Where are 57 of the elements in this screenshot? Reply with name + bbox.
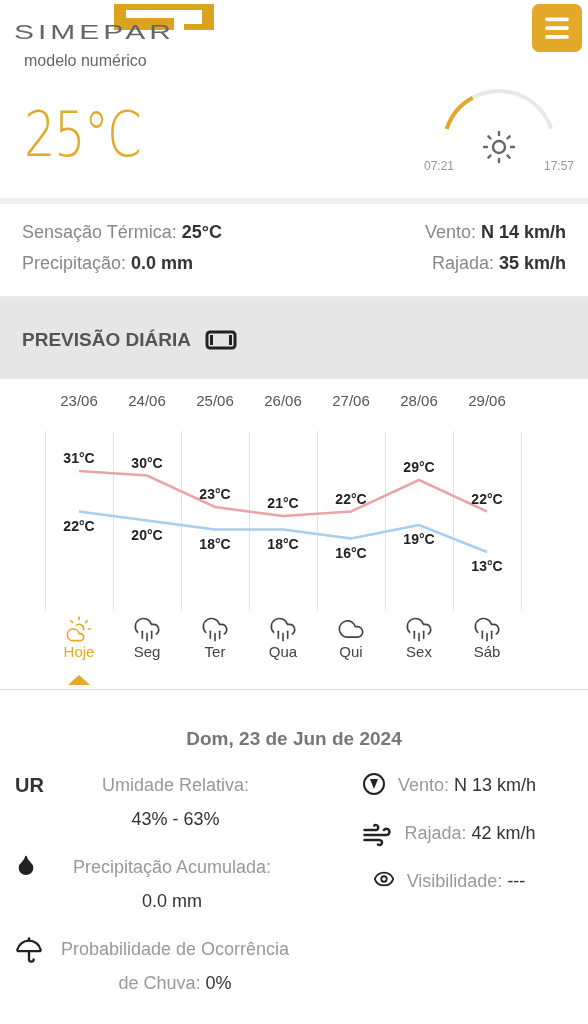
condition-text: Rajada: 35 km/h <box>431 253 566 274</box>
temperature-label: 21°C <box>267 495 299 511</box>
rain-cloud-icon <box>201 615 229 643</box>
detail-text: Vento: N 13 km/h <box>397 774 537 797</box>
date-label: 24/06 <box>128 392 166 409</box>
sun-icon <box>481 129 517 165</box>
date-label: 25/06 <box>196 392 234 409</box>
sun-cloud-icon <box>65 615 93 643</box>
section-title: PREVISÃO DIÁRIA <box>22 329 191 351</box>
temperature-label: 22°C <box>471 490 503 507</box>
rain-cloud-icon <box>133 615 161 643</box>
rain-cloud-icon <box>269 615 297 643</box>
logo: SIMEPAR <box>14 4 230 50</box>
humidity-abbreviation: UR <box>15 773 44 798</box>
condition-text: Precipitação: 0.0 mm <box>22 253 194 274</box>
temperature-label: 31°C <box>63 450 95 466</box>
date-label: 29/06 <box>468 392 506 409</box>
detail-text: Visibilidade: --- <box>406 870 526 893</box>
phone-rotate-icon <box>204 330 237 350</box>
temperature-label: 30°C <box>131 454 163 471</box>
sunset-time: 17:57 <box>543 159 574 173</box>
selected-date: Dom, 23 de Jun de 2024 <box>185 727 403 751</box>
sunrise-time: 07:21 <box>424 159 455 173</box>
day-tab[interactable]: Sex <box>385 615 453 685</box>
detail-text: Umidade Relativa: 43% - 63% <box>100 774 250 831</box>
temperature-label: 18°C <box>267 535 299 552</box>
rain-cloud-icon <box>473 615 501 643</box>
detail-text: Precipitação Acumulada: 0.0 mm <box>71 856 273 913</box>
day-tab[interactable]: Qui <box>317 615 385 685</box>
condition-text: Sensação Térmica: 25°C <box>22 222 222 243</box>
temperature-label: 18°C <box>199 535 231 552</box>
temperature-label: 23°C <box>199 486 231 502</box>
temperature-label: 13°C <box>471 558 503 574</box>
day-tab[interactable]: Seg <box>113 615 181 685</box>
current-temperature: 25°C <box>24 97 141 171</box>
compass-icon <box>361 772 386 796</box>
day-tab[interactable]: Ter <box>181 615 249 685</box>
selected-caret <box>68 675 90 685</box>
temperature-label: 22°C <box>63 517 95 534</box>
umbrella-icon <box>15 936 43 964</box>
temperature-label: 29°C <box>403 459 435 475</box>
temperature-label: 19°C <box>403 531 435 547</box>
menu-button[interactable] <box>532 4 582 52</box>
rain-cloud-icon <box>405 615 433 643</box>
temperature-label: 22°C <box>335 490 367 507</box>
day-tab[interactable]: Qua <box>249 615 317 685</box>
temperature-label: 20°C <box>131 526 163 543</box>
date-label: 23/06 <box>60 392 98 409</box>
detail-text: Probabilidade de Ocorrência de Chuva: 0% <box>59 938 291 995</box>
date-label: 27/06 <box>332 392 370 409</box>
detail-text: Rajada: 42 km/h <box>404 822 536 845</box>
temperature-label: 16°C <box>335 544 367 561</box>
date-label: 26/06 <box>264 392 302 409</box>
date-label: 28/06 <box>400 392 438 409</box>
condition-text: Vento: N 14 km/h <box>424 222 566 243</box>
subtitle: modelo numérico <box>24 52 148 70</box>
day-tab[interactable]: Sáb <box>453 615 521 685</box>
